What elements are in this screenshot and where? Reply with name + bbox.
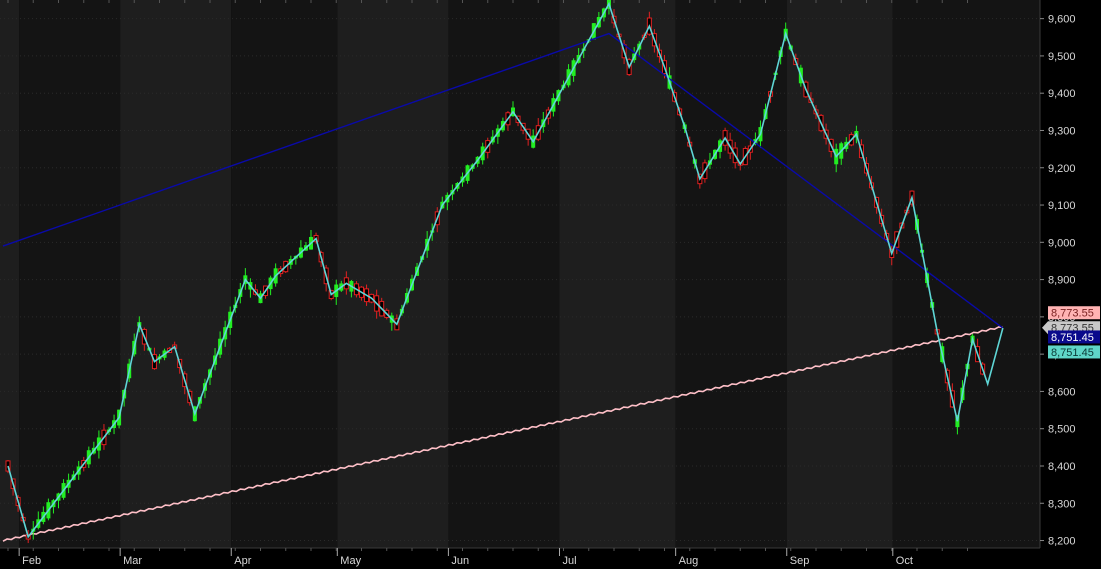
month-label: Sep <box>790 555 810 567</box>
month-label: Oct <box>896 555 913 567</box>
month-band <box>448 0 560 548</box>
month-label: Jun <box>451 555 469 567</box>
price-tick-label: 8,500 <box>1048 424 1076 436</box>
price-tag: 8,751.45 <box>1048 330 1100 344</box>
price-tick-label: 8,200 <box>1048 536 1076 548</box>
price-tick-label: 8,600 <box>1048 386 1076 398</box>
month-label: May <box>340 555 361 567</box>
price-tag-label: 8,751.45 <box>1051 332 1094 344</box>
time-axis-bg <box>0 548 1040 569</box>
price-tick-label: 9,400 <box>1048 88 1076 100</box>
month-label: Jul <box>563 555 577 567</box>
price-chart: 8,2008,3008,4008,5008,6008,7008,8008,900… <box>0 0 1101 569</box>
price-tag: 8,751.45 <box>1048 345 1100 359</box>
month-label: Feb <box>22 555 41 567</box>
price-tick-label: 9,300 <box>1048 125 1076 137</box>
price-tick-label: 9,100 <box>1048 200 1076 212</box>
month-label: Aug <box>679 555 699 567</box>
price-tick-label: 8,400 <box>1048 461 1076 473</box>
price-tick-label: 9,200 <box>1048 163 1076 175</box>
price-tag: 8,773.55 <box>1048 306 1100 320</box>
price-tick-label: 9,500 <box>1048 51 1076 63</box>
price-tag-label: 8,751.45 <box>1051 347 1094 359</box>
month-label: Mar <box>123 555 142 567</box>
price-tick-label: 9,600 <box>1048 14 1076 26</box>
price-tick-label: 9,000 <box>1048 237 1076 249</box>
price-tag-label: 8,773.55 <box>1051 308 1094 320</box>
price-tags: 8,773.558,773.558,751.458,751.45 <box>1042 306 1100 359</box>
price-tick-label: 8,900 <box>1048 275 1076 287</box>
month-label: Apr <box>234 555 251 567</box>
month-band <box>892 0 1040 548</box>
price-tick-label: 8,300 <box>1048 498 1076 510</box>
price-axis: 8,2008,3008,4008,5008,6008,7008,8008,900… <box>1039 0 1101 569</box>
